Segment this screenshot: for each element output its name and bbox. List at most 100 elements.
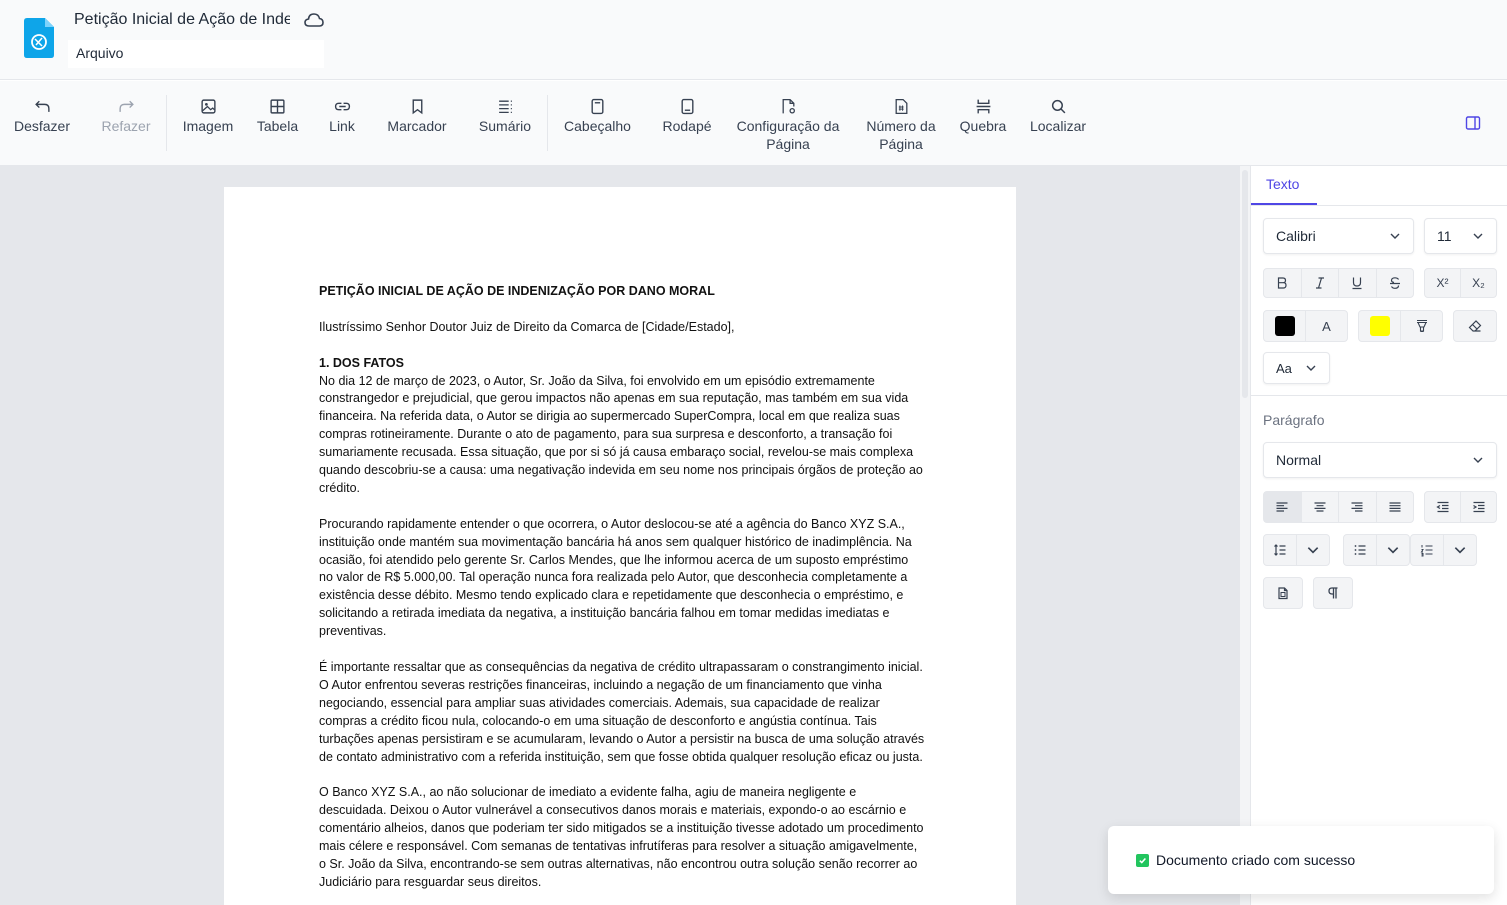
numbered-list-group — [1410, 534, 1477, 566]
success-toast: Documento criado com sucesso — [1108, 826, 1494, 894]
font-size-select[interactable]: 11 — [1424, 218, 1497, 254]
highlight-group — [1358, 310, 1443, 342]
footer-icon — [680, 98, 694, 115]
bullet-list-group — [1343, 534, 1410, 566]
toc-label: Sumário — [478, 118, 532, 134]
tab-text[interactable]: Texto — [1251, 166, 1317, 205]
pilcrow-icon — [1328, 587, 1338, 599]
alignment-group — [1263, 491, 1414, 523]
search-icon — [1051, 99, 1065, 114]
highlight-color-button[interactable] — [1359, 311, 1401, 341]
show-marks-group — [1313, 577, 1353, 609]
line-spacing-button[interactable] — [1264, 535, 1297, 565]
link-label: Link — [329, 118, 355, 134]
paragraph: No dia 12 de março de 2023, o Autor, Sr.… — [319, 373, 923, 495]
chevron-down-icon — [1306, 365, 1316, 371]
numbered-list-icon — [1420, 545, 1433, 557]
vertical-scrollbar[interactable] — [1240, 166, 1250, 905]
cloud-icon — [304, 13, 324, 27]
text-case-select[interactable]: Aa — [1263, 352, 1330, 384]
bookmark-label: Marcador — [387, 118, 447, 134]
toolbar: Desfazer Refazer Imagem Tabela Link Marc… — [0, 81, 1507, 166]
eraser-icon — [1468, 320, 1482, 332]
document-canvas: PETIÇÃO INICIAL DE AÇÃO DE INDENIZAÇÃO P… — [0, 166, 1240, 905]
script-group: X² X₂ — [1424, 268, 1497, 298]
break-label: Quebra — [959, 118, 1007, 134]
page-number-label-2: Página — [879, 136, 923, 152]
align-justify-button[interactable] — [1377, 492, 1414, 522]
paragraph-style-value: Normal — [1276, 452, 1322, 468]
footer-button[interactable]: Rodapé — [656, 81, 718, 166]
paragraph: O Banco XYZ S.A., ao não solucionar de i… — [319, 785, 924, 889]
font-color-group: A — [1263, 310, 1348, 342]
find-button[interactable]: Localizar — [1022, 81, 1094, 166]
text-case-value: Aa — [1276, 360, 1292, 376]
font-family-select[interactable]: Calibri — [1263, 218, 1414, 254]
bold-icon — [1278, 277, 1287, 289]
strikethrough-button[interactable] — [1377, 269, 1414, 297]
checkbox-checked-icon — [1136, 853, 1149, 867]
paragraph-section-label: Parágrafo — [1263, 412, 1325, 428]
break-button[interactable]: Quebra — [953, 81, 1013, 166]
copy-format-group — [1263, 577, 1303, 609]
header-icon — [591, 98, 604, 115]
format-panel: Texto Calibri 11 X² X₂ A Aa Parágrafo No… — [1250, 166, 1507, 905]
text-color-swatch — [1274, 316, 1295, 336]
highlight-color-swatch — [1369, 316, 1390, 336]
indent-group — [1424, 491, 1497, 523]
document-title[interactable]: Petição Inicial de Ação de Indenização — [74, 11, 290, 31]
document-page[interactable]: PETIÇÃO INICIAL DE AÇÃO DE INDENIZAÇÃO P… — [224, 187, 1016, 905]
toast-message: Documento criado com sucesso — [1156, 852, 1356, 868]
align-center-button[interactable] — [1302, 492, 1339, 522]
align-left-button[interactable] — [1264, 492, 1302, 522]
bold-button[interactable] — [1264, 269, 1302, 297]
line-spacing-icon — [1274, 544, 1286, 556]
italic-button[interactable] — [1302, 269, 1339, 297]
paragraph: É importante ressaltar que as consequênc… — [319, 659, 925, 764]
insert-toc-button[interactable]: Sumário — [472, 81, 538, 166]
insert-bookmark-button[interactable]: Marcador — [380, 81, 454, 166]
numbered-list-button[interactable] — [1411, 535, 1444, 565]
chevron-down-icon — [1473, 233, 1483, 239]
underline-button[interactable] — [1339, 269, 1377, 297]
bullet-list-dropdown[interactable] — [1377, 535, 1409, 565]
header-label: Cabeçalho — [564, 118, 631, 134]
redo-button[interactable]: Refazer — [96, 81, 156, 166]
outdent-button[interactable] — [1425, 492, 1461, 522]
indent-button[interactable] — [1461, 492, 1496, 522]
paragraph-style-select[interactable]: Normal — [1263, 442, 1497, 478]
page-number-button[interactable]: Número da Página — [858, 81, 944, 166]
align-right-button[interactable] — [1339, 492, 1377, 522]
undo-button[interactable]: Desfazer — [8, 81, 76, 166]
insert-table-button[interactable]: Tabela — [250, 81, 305, 166]
clear-format-button[interactable] — [1454, 311, 1496, 341]
chevron-down-icon — [1473, 457, 1483, 463]
superscript-button[interactable]: X² — [1425, 269, 1461, 297]
line-spacing-dropdown[interactable] — [1297, 535, 1329, 565]
paragraph: Procurando rapidamente entender o que oc… — [319, 516, 912, 639]
panel-toggle-icon[interactable] — [1465, 115, 1481, 131]
toc-icon — [498, 100, 512, 113]
line-spacing-select[interactable] — [1263, 534, 1330, 566]
insert-link-button[interactable]: Link — [320, 81, 364, 166]
subscript-button[interactable]: X₂ — [1461, 269, 1496, 297]
page-setup-button[interactable]: Configuração da Página — [728, 81, 848, 166]
page-number-icon — [895, 98, 907, 115]
font-color-button[interactable]: A — [1306, 311, 1347, 341]
image-icon — [200, 99, 216, 114]
text-color-button[interactable] — [1264, 311, 1306, 341]
insert-image-button[interactable]: Imagem — [176, 81, 240, 166]
menu-file[interactable]: Arquivo — [68, 40, 324, 68]
text-style-group — [1263, 268, 1414, 298]
numbered-list-dropdown[interactable] — [1444, 535, 1476, 565]
copy-format-button[interactable] — [1264, 578, 1302, 608]
align-left-icon — [1276, 502, 1288, 512]
header-button[interactable]: Cabeçalho — [557, 81, 638, 166]
italic-icon — [1315, 277, 1324, 289]
bullet-list-button[interactable] — [1344, 535, 1377, 565]
paragraph-marks-button[interactable] — [1314, 578, 1352, 608]
page-content[interactable]: PETIÇÃO INICIAL DE AÇÃO DE INDENIZAÇÃO P… — [319, 283, 925, 905]
scrollbar-thumb[interactable] — [1242, 170, 1248, 398]
align-justify-icon — [1389, 502, 1401, 512]
highlighter-button[interactable] — [1401, 311, 1442, 341]
